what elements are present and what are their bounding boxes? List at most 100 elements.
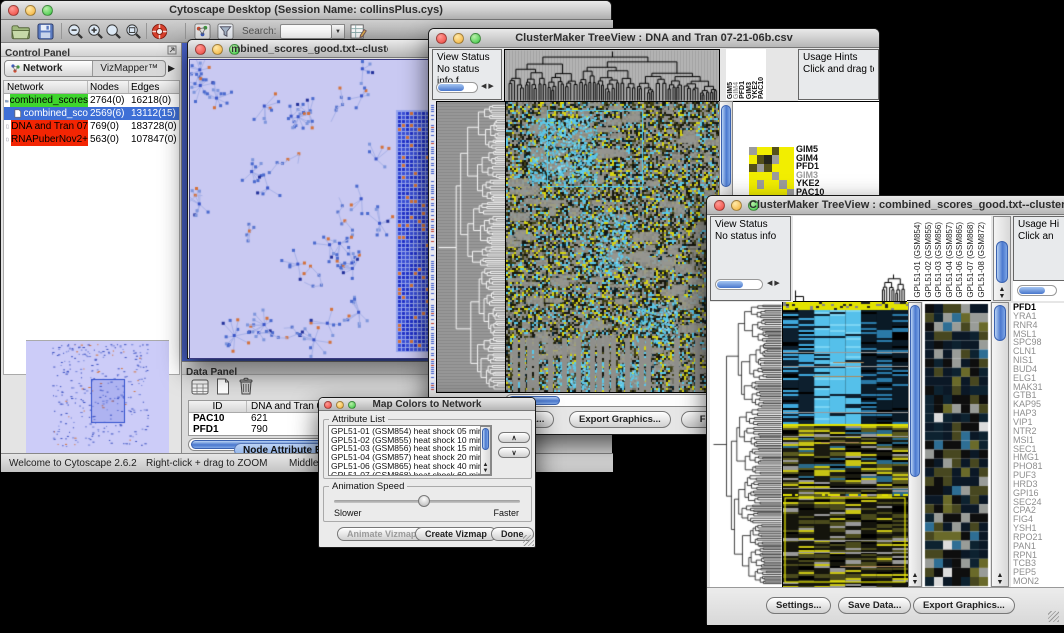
row-dendrogram-canvas[interactable]: [710, 302, 782, 587]
scroll-arrows[interactable]: ◀▶: [767, 278, 782, 289]
move-up-button[interactable]: ∧: [498, 432, 530, 443]
attribute-editor-icon[interactable]: [350, 23, 368, 40]
view-status-scrollbar[interactable]: [436, 82, 478, 93]
help-lifering-icon[interactable]: [151, 23, 168, 40]
attribute-item[interactable]: GPL51-02 (GSM855) heat shock 10 min: [331, 436, 489, 445]
tab-network[interactable]: Network: [5, 61, 93, 76]
speed-slider-thumb[interactable]: [418, 495, 430, 507]
minimize-icon[interactable]: [336, 401, 344, 409]
labels-vscrollbar[interactable]: ▲▼: [993, 216, 1011, 301]
document-icon: [6, 121, 9, 132]
col-header-edges[interactable]: Edges: [129, 81, 179, 93]
float-panel-icon[interactable]: [167, 45, 177, 55]
col-header-network[interactable]: Network: [4, 81, 88, 93]
create-vizmap-button[interactable]: Create Vizmap: [415, 527, 497, 541]
view-status-scrollbar[interactable]: [715, 279, 763, 290]
genelist-vscrollbar[interactable]: ▲▼: [991, 302, 1009, 587]
close-icon[interactable]: [8, 5, 19, 16]
resize-grip[interactable]: [1048, 611, 1059, 622]
zoom-window-icon[interactable]: [348, 401, 356, 409]
close-icon[interactable]: [714, 200, 725, 211]
node-attributes-icon[interactable]: [194, 23, 211, 40]
export-graphics-button[interactable]: Export Graphics...: [569, 411, 671, 428]
global-heatmap-canvas[interactable]: [782, 302, 908, 587]
view-status-title: View Status: [437, 52, 497, 64]
attribute-item[interactable]: GPL51-06 (GSM865) heat shock 40 min: [331, 462, 489, 471]
scroll-down-arrow[interactable]: ▼: [909, 579, 921, 586]
table-row[interactable]: DNA and Tran 07 769(0) 183728(0): [4, 120, 179, 133]
network-overview-thumbnail[interactable]: [26, 340, 169, 454]
minimize-icon[interactable]: [212, 44, 223, 55]
matrix-cell: [749, 155, 757, 163]
attribute-item[interactable]: GPL51-04 (GSM857) heat shock 20 min: [331, 453, 489, 462]
matrix-cell: [787, 155, 795, 163]
delete-trash-icon[interactable]: [238, 377, 254, 395]
settings-button[interactable]: Settings...: [766, 597, 831, 614]
zoom-heatmap-canvas[interactable]: [923, 302, 990, 587]
scroll-down-arrow[interactable]: ▼: [994, 293, 1010, 300]
attribute-item[interactable]: GPL51-01 (GSM854) heat shock 05 min: [331, 427, 489, 436]
zoom-fit-icon[interactable]: [125, 23, 142, 40]
move-down-button[interactable]: ∨: [498, 447, 530, 458]
close-icon[interactable]: [324, 401, 332, 409]
minimize-icon[interactable]: [731, 200, 742, 211]
table-icon[interactable]: [191, 379, 209, 395]
column-dendrogram-canvas[interactable]: [504, 49, 720, 102]
scroll-up-arrow[interactable]: ▲: [909, 572, 921, 579]
save-data-button[interactable]: Save Data...: [838, 597, 911, 614]
resize-grip[interactable]: [523, 535, 534, 546]
treeview1-titlebar[interactable]: ClusterMaker TreeView : DNA and Tran 07-…: [429, 29, 879, 48]
heatmap-vscrollbar[interactable]: ▲▼: [908, 302, 922, 587]
zoom-selected-icon[interactable]: [105, 23, 122, 40]
matrix-cell: [772, 164, 780, 172]
scroll-arrows[interactable]: ◀▶: [481, 81, 496, 92]
tab-more-button[interactable]: ▶: [168, 63, 175, 74]
open-folder-icon[interactable]: [11, 23, 30, 40]
gene-label[interactable]: MON2: [1013, 577, 1064, 586]
table-row-selected[interactable]: combined_sco 2569(6) 13112(15): [4, 107, 179, 120]
search-dropdown-button[interactable]: ▼: [332, 24, 345, 39]
network-view-canvas[interactable]: [189, 59, 431, 359]
col-header-nodes[interactable]: Nodes: [88, 81, 129, 93]
scroll-up-arrow[interactable]: ▲: [992, 572, 1008, 579]
matrix-cell: [764, 180, 772, 188]
scroll-up-arrow[interactable]: ▲: [994, 286, 1010, 293]
main-titlebar[interactable]: Cytoscape Desktop (Session Name: collins…: [1, 1, 611, 20]
scroll-down-arrow[interactable]: ▼: [992, 579, 1008, 586]
attribute-item[interactable]: GPL51-07 (GSM868) heat shock 60 min: [331, 471, 489, 476]
new-document-icon[interactable]: [216, 378, 230, 395]
close-icon[interactable]: [195, 44, 206, 55]
usage-hints-scrollbar[interactable]: [1017, 285, 1057, 296]
faster-label: Faster: [493, 508, 519, 518]
heatmap-canvas[interactable]: [505, 101, 720, 393]
table-row[interactable]: combined_scores 2764(0) 16218(0): [4, 94, 179, 107]
control-panel-title: Control Panel: [5, 48, 70, 59]
treeview2-titlebar[interactable]: ClusterMaker TreeView : combined_scores_…: [707, 196, 1064, 215]
control-panel: Control Panel Network VizMapper™ ▶ Netwo…: [1, 43, 182, 453]
minimize-icon[interactable]: [25, 5, 36, 16]
column-label: GPL51-08 (GSM872): [977, 222, 988, 298]
animate-vizmap-button[interactable]: Animate Vizmap: [337, 527, 426, 541]
close-icon[interactable]: [436, 33, 447, 44]
export-graphics-button[interactable]: Export Graphics...: [913, 597, 1015, 614]
scroll-down-arrow[interactable]: ▼: [481, 468, 490, 474]
matrix-cell: [764, 147, 772, 155]
dialog-titlebar[interactable]: Map Colors to Network: [319, 398, 535, 411]
heatmap-hscrollbar[interactable]: [505, 394, 719, 407]
attribute-list-vscrollbar[interactable]: ▲▼: [480, 426, 491, 475]
save-icon[interactable]: [37, 23, 54, 40]
network-window-titlebar[interactable]: combined_scores_good.txt--cluste...: [188, 40, 432, 58]
tab-vizmapper[interactable]: VizMapper™: [93, 61, 165, 76]
attribute-item[interactable]: GPL51-03 (GSM856) heat shock 15 min: [331, 444, 489, 453]
col-header-id[interactable]: ID: [189, 401, 247, 412]
minimize-icon[interactable]: [453, 33, 464, 44]
column-dendrogram-canvas[interactable]: [793, 216, 907, 302]
zoom-in-icon[interactable]: [87, 23, 104, 40]
document-icon: [14, 108, 22, 119]
similarity-matrix[interactable]: [749, 147, 794, 197]
search-input[interactable]: [280, 24, 332, 39]
row-dendrogram-canvas[interactable]: [436, 101, 506, 393]
zoom-out-icon[interactable]: [67, 23, 84, 40]
filter-icon[interactable]: [217, 23, 234, 40]
table-row[interactable]: RNAPuberNov2+ 563(0) 107847(0): [4, 133, 179, 146]
